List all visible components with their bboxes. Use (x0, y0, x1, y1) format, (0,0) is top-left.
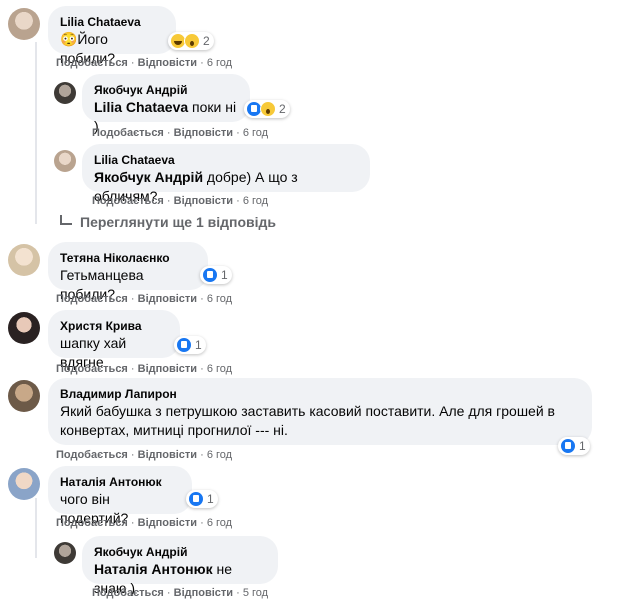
thread-line (35, 498, 37, 558)
reactions-badge[interactable]: 1 (186, 490, 218, 508)
comment-author[interactable]: Lilia Chataeva (94, 152, 358, 168)
comment-author[interactable]: Христя Крива (60, 318, 168, 334)
comment-actions: Подобається · Відповісти · 6 год (56, 517, 233, 529)
like-icon (188, 491, 204, 507)
timestamp[interactable]: 6 год (243, 127, 268, 139)
comment-actions: Подобається · Відповісти · 6 год (56, 449, 233, 461)
like-link[interactable]: Подобається (92, 587, 164, 599)
reaction-count: 1 (221, 268, 228, 282)
comment-bubble: Владимир Лапирон Який бабушка з петрушко… (48, 378, 592, 445)
like-icon (202, 267, 218, 283)
comment-author[interactable]: Якобчук Андрій (94, 82, 238, 98)
like-link[interactable]: Подобається (92, 127, 164, 139)
comment-author[interactable]: Lilia Chataeva (60, 14, 164, 30)
comment-bubble: Наталія Антонюк чого він подертий? (48, 466, 192, 526)
reaction-count: 1 (195, 338, 202, 352)
timestamp[interactable]: 6 год (207, 363, 232, 375)
comment-bubble: Lilia Chataeva 😳Його побили? (48, 6, 176, 66)
reactions-badge[interactable]: 2 (168, 32, 214, 50)
timestamp[interactable]: 5 год (243, 587, 268, 599)
avatar[interactable] (8, 312, 40, 344)
comment-bubble: Христя Крива шапку хай вдягне (48, 310, 180, 370)
reply-link[interactable]: Відповісти (174, 587, 233, 599)
timestamp[interactable]: 6 год (207, 293, 232, 305)
comment-actions: Подобається · Відповісти · 6 год (92, 127, 269, 139)
reaction-count: 2 (279, 102, 286, 116)
like-link[interactable]: Подобається (56, 57, 128, 69)
thread-line (35, 42, 37, 224)
mention-link[interactable]: Наталія Антонюк (94, 561, 213, 577)
reactions-badge[interactable]: 1 (200, 266, 232, 284)
reaction-count: 1 (207, 492, 214, 506)
reaction-count: 1 (579, 439, 586, 453)
view-more-replies-link[interactable]: Переглянути ще 1 відповідь (60, 214, 276, 230)
comment-actions: Подобається · Відповісти · 6 год (56, 363, 233, 375)
reactions-badge[interactable]: 1 (558, 437, 590, 455)
like-link[interactable]: Подобається (56, 293, 128, 305)
avatar[interactable] (8, 8, 40, 40)
like-link[interactable]: Подобається (56, 363, 128, 375)
comment-author[interactable]: Владимир Лапирон (60, 386, 580, 402)
comment-bubble: Якобчук Андрій Наталія Антонюк не знаю ) (82, 536, 278, 596)
timestamp[interactable]: 6 год (243, 195, 268, 207)
reply-link[interactable]: Відповісти (174, 127, 233, 139)
like-link[interactable]: Подобається (56, 449, 128, 461)
wow-icon (184, 33, 200, 49)
avatar[interactable] (54, 82, 76, 104)
avatar[interactable] (8, 244, 40, 276)
reply-link[interactable]: Відповісти (138, 449, 197, 461)
timestamp[interactable]: 6 год (207, 517, 232, 529)
like-link[interactable]: Подобається (92, 195, 164, 207)
comment-actions: Подобається · Відповісти · 5 год (92, 587, 269, 599)
avatar[interactable] (54, 150, 76, 172)
mention-link[interactable]: Якобчук Андрій (94, 169, 203, 185)
avatar[interactable] (8, 380, 40, 412)
reply-link[interactable]: Відповісти (138, 293, 197, 305)
timestamp[interactable]: 6 год (207, 449, 232, 461)
avatar[interactable] (54, 542, 76, 564)
reply-link[interactable]: Відповісти (138, 363, 197, 375)
avatar[interactable] (8, 468, 40, 500)
comment-actions: Подобається · Відповісти · 6 год (92, 195, 269, 207)
mention-link[interactable]: Lilia Chataeva (94, 99, 188, 115)
wow-icon (260, 101, 276, 117)
like-icon (176, 337, 192, 353)
reply-link[interactable]: Відповісти (138, 517, 197, 529)
reply-arrow-icon (60, 215, 72, 225)
comment-actions: Подобається · Відповісти · 6 год (56, 293, 233, 305)
comment-bubble: Якобчук Андрій Lilia Chataeva поки ні ) (82, 74, 250, 134)
comment-bubble: Lilia Chataeva Якобчук Андрій добре) А щ… (82, 144, 370, 204)
comment-author[interactable]: Наталія Антонюк (60, 474, 180, 490)
comment-actions: Подобається · Відповісти · 6 год (56, 57, 233, 69)
reactions-badge[interactable]: 2 (244, 100, 290, 118)
reply-link[interactable]: Відповісти (174, 195, 233, 207)
like-icon (560, 438, 576, 454)
comment-author[interactable]: Тетяна Ніколаєнко (60, 250, 196, 266)
reply-link[interactable]: Відповісти (138, 57, 197, 69)
reaction-count: 2 (203, 34, 210, 48)
timestamp[interactable]: 6 год (207, 57, 232, 69)
comment-author[interactable]: Якобчук Андрій (94, 544, 266, 560)
comment-text: Який бабушка з петрушкою заставить касов… (60, 403, 555, 438)
comment-bubble: Тетяна Ніколаєнко Гетьманцева побили? (48, 242, 208, 302)
reactions-badge[interactable]: 1 (174, 336, 206, 354)
like-link[interactable]: Подобається (56, 517, 128, 529)
